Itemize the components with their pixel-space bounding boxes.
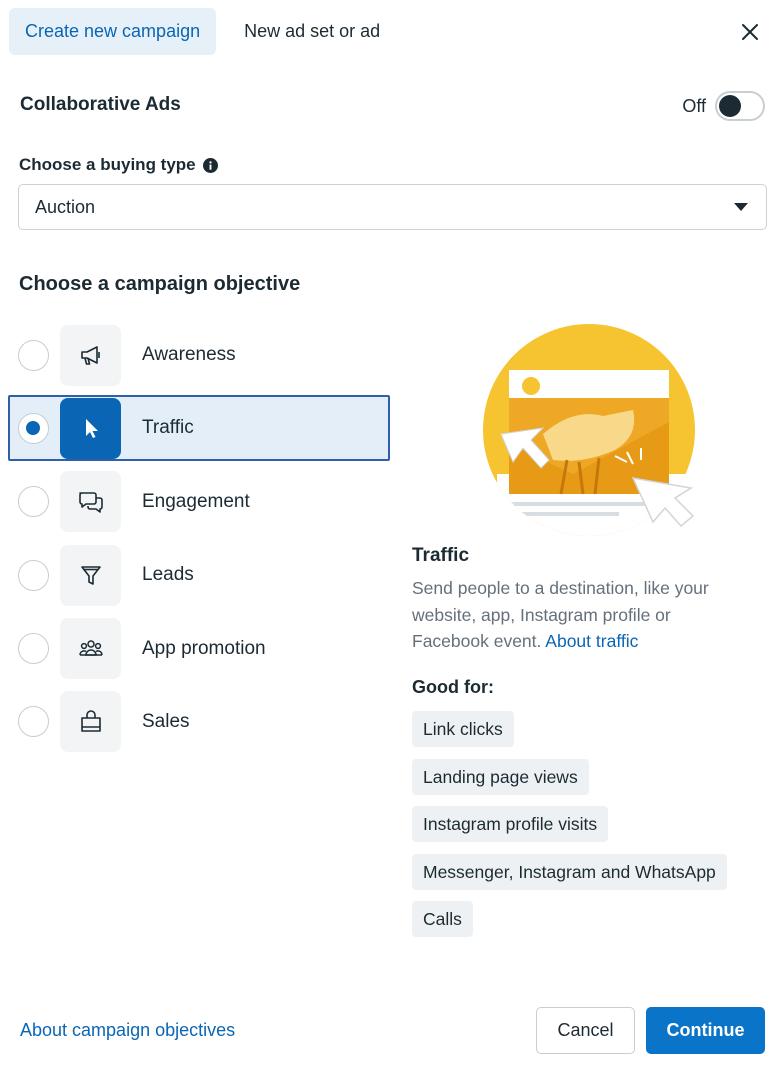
radio-awareness[interactable] bbox=[18, 339, 49, 371]
objective-label: Engagement bbox=[142, 490, 250, 512]
objective-label: Leads bbox=[142, 564, 194, 586]
objective-list: Awareness Traffic Engagement Leads App p… bbox=[8, 322, 390, 762]
objective-heading: Choose a campaign objective bbox=[19, 273, 301, 295]
radio-engagement[interactable] bbox=[18, 486, 49, 518]
objective-app-promotion[interactable]: App promotion bbox=[8, 616, 390, 682]
toggle-knob bbox=[719, 95, 741, 117]
buying-type-select[interactable]: Auction bbox=[18, 184, 767, 230]
radio-sales[interactable] bbox=[18, 706, 49, 738]
good-for-chip: Link clicks bbox=[412, 711, 514, 747]
info-icon[interactable] bbox=[202, 157, 218, 173]
chat-bubbles-icon bbox=[60, 471, 121, 533]
detail-title: Traffic bbox=[412, 545, 470, 566]
about-traffic-link[interactable]: About traffic bbox=[545, 631, 638, 651]
header-tabs: Create new campaign New ad set or ad bbox=[9, 8, 396, 55]
toggle-state-label: Off bbox=[682, 96, 706, 116]
objective-leads[interactable]: Leads bbox=[8, 542, 390, 608]
buying-type-label: Choose a buying type bbox=[19, 155, 218, 175]
collaborative-ads-toggle[interactable] bbox=[715, 91, 765, 121]
objective-sales[interactable]: Sales bbox=[8, 689, 390, 755]
continue-button[interactable]: Continue bbox=[646, 1007, 765, 1054]
good-for-chip: Instagram profile visits bbox=[412, 806, 609, 842]
tab-create-new-campaign[interactable]: Create new campaign bbox=[9, 8, 217, 55]
funnel-icon bbox=[60, 544, 121, 606]
detail-description: Send people to a destination, like your … bbox=[412, 575, 752, 655]
tab-new-ad-set-or-ad[interactable]: New ad set or ad bbox=[228, 8, 396, 55]
buying-type-value: Auction bbox=[35, 196, 96, 217]
cancel-button[interactable]: Cancel bbox=[536, 1007, 635, 1054]
shopping-bag-icon bbox=[60, 691, 121, 753]
good-for-chip: Landing page views bbox=[412, 758, 589, 795]
objective-engagement[interactable]: Engagement bbox=[8, 469, 390, 535]
radio-leads[interactable] bbox=[18, 559, 49, 591]
traffic-illustration bbox=[483, 324, 695, 536]
objective-label: Sales bbox=[142, 710, 190, 732]
cursor-icon bbox=[60, 397, 121, 459]
good-for-chip: Messenger, Instagram and WhatsApp bbox=[412, 853, 727, 890]
buying-type-label-text: Choose a buying type bbox=[19, 155, 196, 174]
objective-label: App promotion bbox=[142, 637, 266, 659]
about-campaign-objectives-link[interactable]: About campaign objectives bbox=[20, 1020, 235, 1041]
objective-traffic[interactable]: Traffic bbox=[8, 395, 390, 462]
radio-traffic[interactable] bbox=[18, 412, 49, 444]
close-icon[interactable] bbox=[738, 20, 762, 44]
people-icon bbox=[60, 618, 121, 680]
good-for-chip: Calls bbox=[412, 901, 473, 937]
objective-awareness[interactable]: Awareness bbox=[8, 322, 390, 388]
good-for-heading: Good for: bbox=[412, 677, 494, 697]
caret-down-icon bbox=[734, 203, 748, 211]
radio-app-promotion[interactable] bbox=[18, 633, 49, 665]
megaphone-icon bbox=[60, 324, 121, 386]
collaborative-ads-label: Collaborative Ads bbox=[20, 94, 181, 115]
objective-label: Traffic bbox=[142, 417, 194, 439]
good-for-list: Link clicks Landing page views Instagram… bbox=[412, 711, 727, 949]
objective-label: Awareness bbox=[142, 344, 236, 365]
